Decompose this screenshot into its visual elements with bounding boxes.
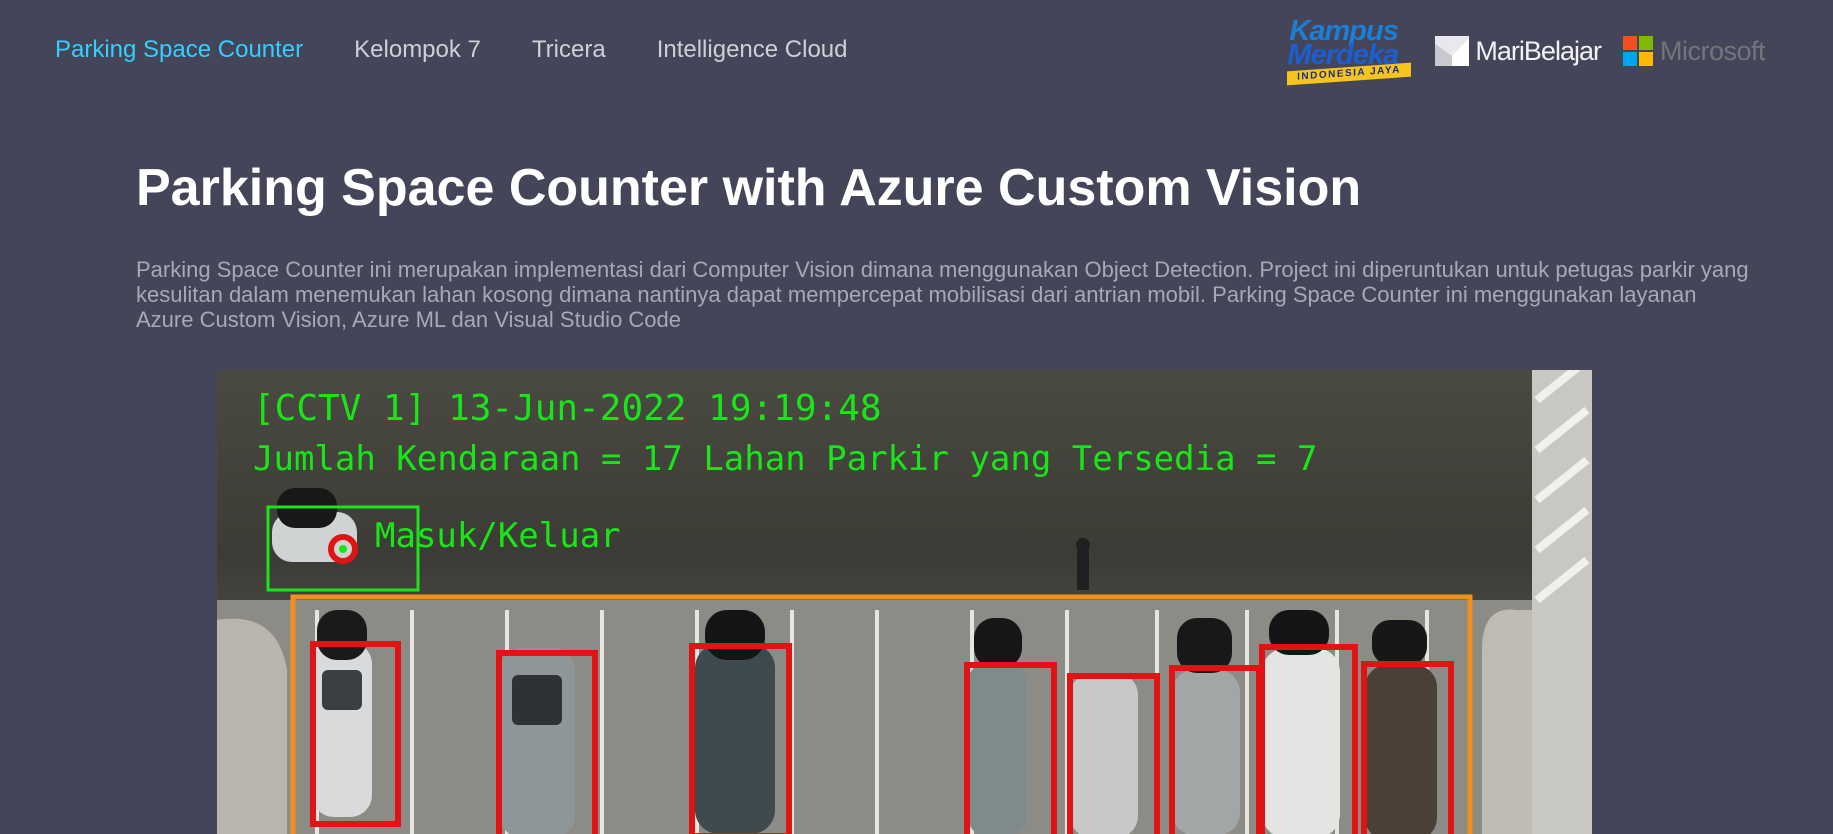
page-title: Parking Space Counter with Azure Custom … [136,159,1362,217]
microsoft-icon [1622,36,1653,66]
nav-links: Parking Space Counter Kelompok 7 Tricera… [55,36,898,64]
maribelajar-icon [1435,36,1470,66]
nav-link-intelligence-cloud[interactable]: Intelligence Cloud [657,36,848,64]
maribelajar-text: MariBelajar [1475,35,1602,66]
entry-exit-label: Masuk/Keluar [375,516,621,556]
cctv-frame-image: [CCTV 1] 13-Jun-2022 19:19:48 Jumlah Ken… [217,370,1592,834]
microsoft-text: Microsoft [1659,35,1766,66]
nav-link-kelompok-7[interactable]: Kelompok 7 [354,36,481,64]
maribelajar-logo: MariBelajar [1435,35,1602,67]
partner-logos: Kampus Merdeka INDONESIA JAYA MariBelaja… [1287,16,1766,86]
entry-marker-inner [339,545,347,553]
vehicle-count-label: Jumlah Kendaraan = 17 Lahan Parkir yang … [253,439,1317,479]
kampus-merdeka-logo: Kampus Merdeka INDONESIA JAYA [1287,17,1413,86]
cctv-video-frame: [CCTV 1] 13-Jun-2022 19:19:48 Jumlah Ken… [217,370,1592,834]
microsoft-logo: Microsoft [1622,35,1766,67]
navbar: Parking Space Counter Kelompok 7 Tricera… [0,0,1833,100]
page-description: Parking Space Counter ini merupakan impl… [136,257,1749,332]
cctv-timestamp-label: [CCTV 1] 13-Jun-2022 19:19:48 [253,388,882,429]
nav-link-tricera[interactable]: Tricera [532,36,606,64]
nav-link-parking-space-counter[interactable]: Parking Space Counter [55,36,303,64]
